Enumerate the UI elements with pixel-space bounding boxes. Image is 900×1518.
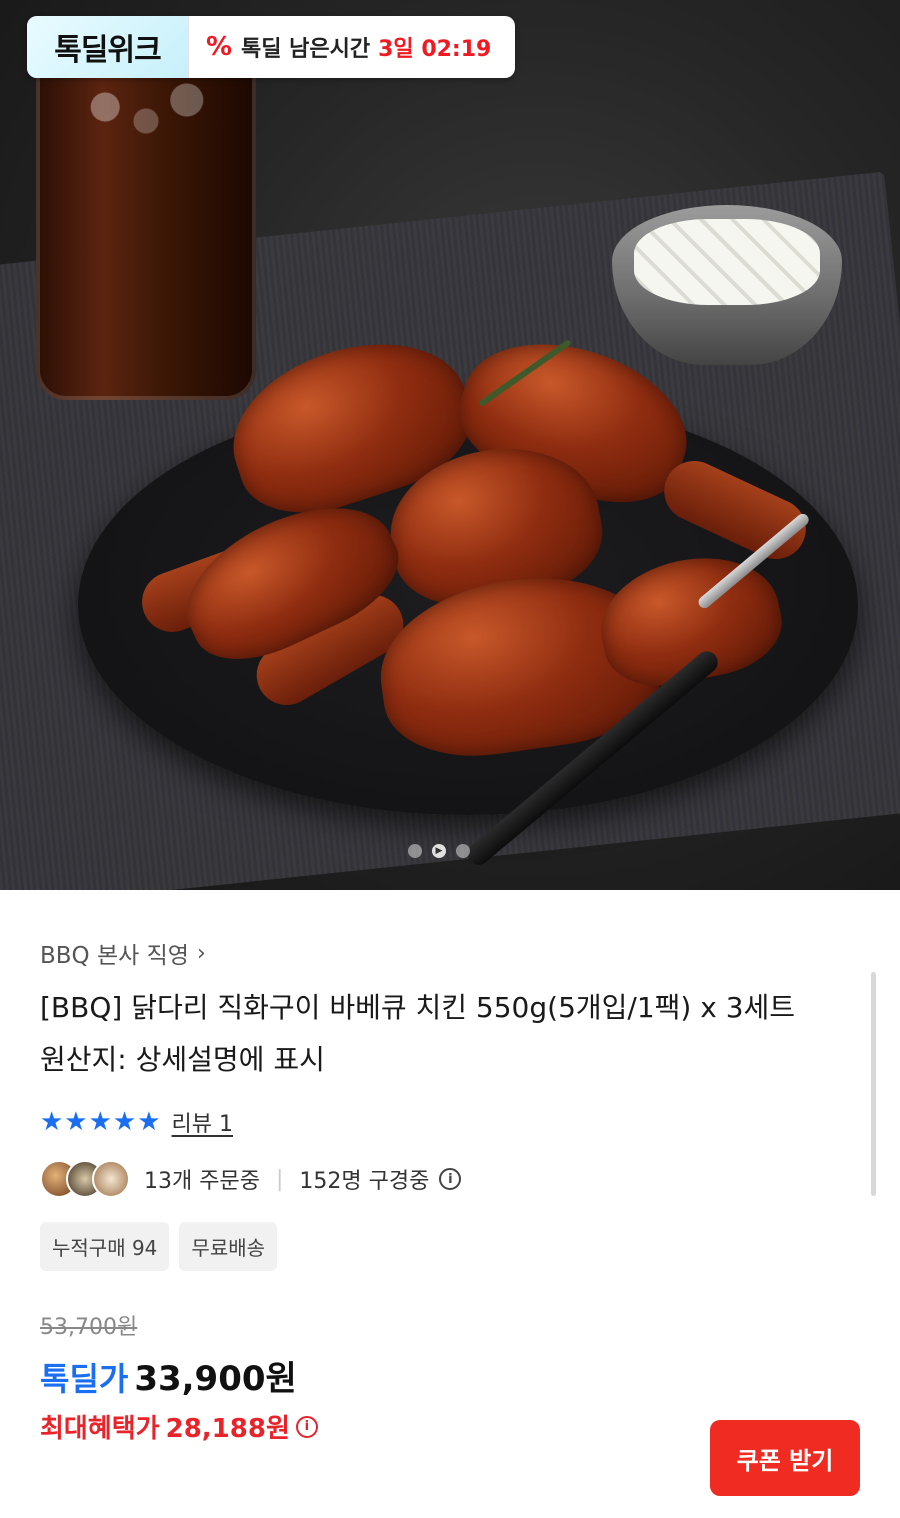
ordering-count: 13개 주문중: [144, 1169, 260, 1194]
carousel-dot[interactable]: [408, 844, 422, 858]
avatar: [92, 1160, 130, 1198]
max-benefit-label: 최대혜택가: [40, 1414, 160, 1444]
viewer-count: 152명 구경중: [299, 1169, 430, 1194]
original-price: 53,700원: [40, 1315, 138, 1340]
seller-link[interactable]: BBQ 본사 직영 ›: [40, 936, 860, 970]
deal-price: 33,900원: [134, 1359, 297, 1399]
deal-countdown: 3일 02:19: [378, 37, 492, 62]
scrollbar[interactable]: [871, 972, 876, 1196]
deal-price-row: 톡딜가 33,900원: [40, 1351, 860, 1400]
deal-week-logo: 톡딜위크: [27, 16, 189, 78]
play-icon: ▶: [435, 846, 443, 856]
percent-icon: %: [205, 32, 233, 62]
info-icon[interactable]: i: [439, 1168, 462, 1190]
product-origin: 원산지: 상세설명에 표시: [40, 1043, 325, 1076]
info-icon[interactable]: i: [295, 1415, 318, 1438]
tag-free-shipping: 무료배송: [179, 1222, 278, 1271]
cola-glass-graphic: [36, 60, 256, 400]
deal-price-label: 톡딜가: [40, 1360, 129, 1398]
carousel-dot-active[interactable]: ▶: [432, 844, 446, 858]
product-title: [BBQ] 닭다리 직화구이 바베큐 치킨 550g(5개입/1팩) x 3세트: [40, 991, 796, 1024]
review-link[interactable]: 리뷰 1: [172, 1106, 233, 1138]
carousel-dot[interactable]: [456, 844, 470, 858]
deal-remaining-label: 톡딜 남은시간: [241, 37, 371, 62]
radish-bowl-graphic: [612, 205, 842, 365]
seller-name: BBQ 본사 직영: [40, 943, 189, 969]
deal-week-badge: 톡딜위크 % 톡딜 남은시간 3일 02:19: [27, 16, 515, 78]
product-info: BBQ 본사 직영 › [BBQ] 닭다리 직화구이 바베큐 치킨 550g(5…: [0, 936, 900, 1445]
tag-list: 누적구매 94 무료배송: [40, 1222, 860, 1271]
rating-row: ★★★★★ 리뷰 1: [40, 1106, 860, 1138]
buyer-avatars: [40, 1160, 130, 1198]
divider: |: [275, 1166, 284, 1192]
order-status-row: 13개 주문중 | 152명 구경중 i: [40, 1160, 860, 1198]
max-benefit-price: 28,188원: [165, 1414, 290, 1444]
get-coupon-button[interactable]: 쿠폰 받기: [710, 1420, 860, 1496]
tag-cumulative-purchase: 누적구매 94: [40, 1222, 170, 1271]
chevron-right-icon: ›: [196, 940, 206, 966]
product-image-carousel[interactable]: 톡딜위크 % 톡딜 남은시간 3일 02:19 ▶: [0, 0, 900, 890]
carousel-pagination: ▶: [408, 844, 470, 858]
star-rating-icon: ★★★★★: [40, 1107, 162, 1137]
